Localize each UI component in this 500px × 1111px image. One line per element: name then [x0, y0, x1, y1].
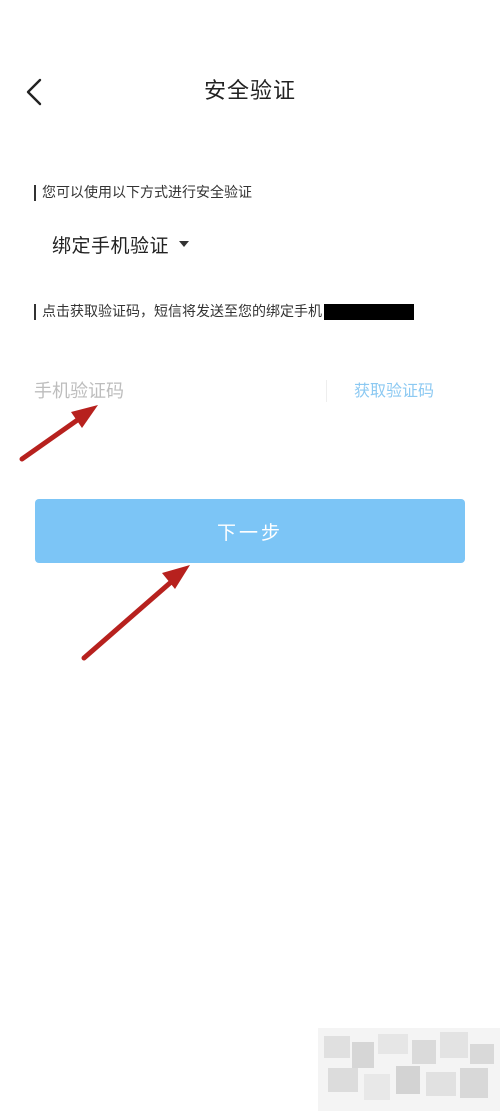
- verify-hint: 您可以使用以下方式进行安全验证: [34, 183, 252, 203]
- section-bar: [34, 185, 36, 201]
- next-step-label: 下一步: [216, 521, 283, 544]
- page-title: 安全验证: [203, 79, 296, 104]
- input-divider: [326, 380, 327, 402]
- caret-down-icon: [179, 241, 190, 247]
- redacted-phone-number: [324, 304, 414, 320]
- verification-method-select[interactable]: 绑定手机验证: [52, 229, 190, 259]
- arrow-to-next-button-icon: [81, 565, 190, 661]
- get-code-button[interactable]: 获取验证码: [354, 380, 434, 402]
- sms-hint-text: 点击获取验证码，短信将发送至您的绑定手机: [42, 304, 322, 320]
- sms-hint: 点击获取验证码，短信将发送至您的绑定手机: [34, 302, 414, 322]
- arrow-to-code-input-icon: [19, 405, 98, 462]
- method-select-label: 绑定手机验证: [52, 234, 170, 257]
- next-step-button[interactable]: 下一步: [35, 499, 465, 563]
- verify-hint-text: 您可以使用以下方式进行安全验证: [42, 185, 252, 201]
- section-bar: [34, 304, 36, 320]
- watermark-image: [318, 1028, 500, 1111]
- sms-code-input[interactable]: [34, 374, 314, 408]
